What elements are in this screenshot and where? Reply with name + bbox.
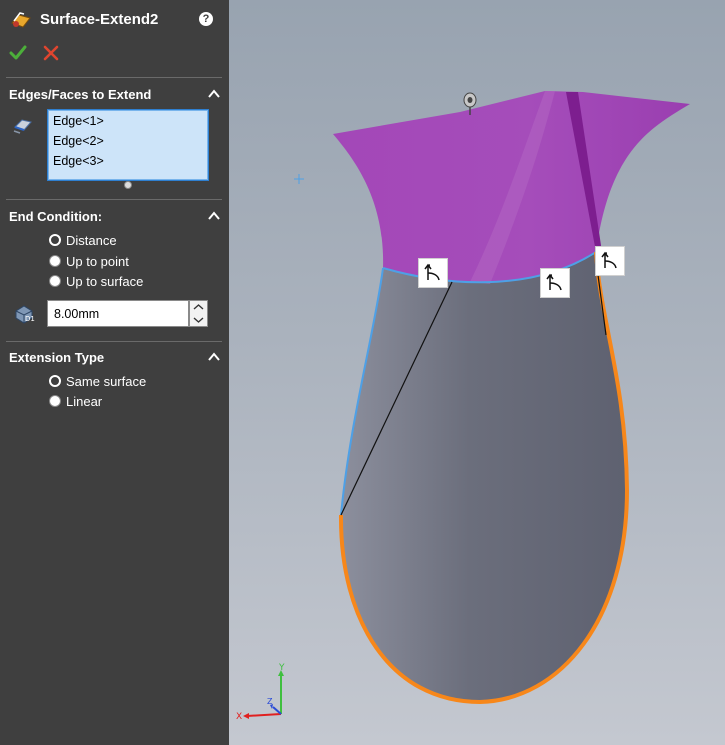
panel-header: Surface-Extend2 ? xyxy=(0,0,229,40)
distance-icon: D1 xyxy=(15,305,35,324)
crosshair-icon xyxy=(294,174,304,184)
body-surface[interactable] xyxy=(340,252,627,702)
radio-button[interactable] xyxy=(49,234,61,246)
radio-same-surface[interactable]: Same surface xyxy=(49,372,146,390)
section-title-edges: Edges/Faces to Extend xyxy=(9,87,152,102)
collapse-caret-icon[interactable] xyxy=(208,89,220,99)
list-resize-handle[interactable] xyxy=(124,181,132,189)
radio-button[interactable] xyxy=(49,255,61,267)
radio-linear[interactable]: Linear xyxy=(49,392,102,410)
distance-spinner[interactable] xyxy=(189,300,208,327)
spin-down-icon[interactable] xyxy=(190,314,207,326)
spin-up-icon[interactable] xyxy=(190,301,207,313)
edge-callout-icon xyxy=(424,263,440,281)
ok-check-icon[interactable] xyxy=(9,44,27,62)
divider xyxy=(6,77,222,78)
section-title-extension-type: Extension Type xyxy=(9,350,105,365)
list-item[interactable]: Edge<3> xyxy=(49,151,207,171)
edge-selection-icon xyxy=(13,119,32,134)
reference-triad: Y X Z xyxy=(236,663,285,722)
triad-x-label: X xyxy=(236,712,242,722)
radio-button[interactable] xyxy=(49,395,61,407)
svg-text:D1: D1 xyxy=(25,315,35,323)
graphics-viewport[interactable] xyxy=(229,0,725,745)
radio-label: Distance xyxy=(66,232,117,248)
radio-button[interactable] xyxy=(49,375,61,387)
edge-callout-icon xyxy=(601,251,617,269)
feature-title: Surface-Extend2 xyxy=(40,11,159,28)
property-manager-panel: Surface-Extend2 ? Edges/Faces to Extend … xyxy=(0,0,229,745)
cancel-x-icon[interactable] xyxy=(43,45,59,61)
radio-label: Up to surface xyxy=(66,273,144,289)
divider xyxy=(6,199,222,200)
radio-up-to-surface[interactable]: Up to surface xyxy=(49,272,143,290)
triad-z-label: Z xyxy=(267,697,273,706)
edge-callout-3[interactable] xyxy=(595,246,625,276)
radio-button[interactable] xyxy=(49,275,61,287)
help-icon[interactable]: ? xyxy=(199,12,213,26)
radio-label: Linear xyxy=(66,393,103,409)
edges-selection-list[interactable]: Edge<1> Edge<2> Edge<3> xyxy=(48,110,208,180)
section-title-end-condition: End Condition: xyxy=(9,209,103,224)
edge-callout-icon xyxy=(546,273,562,291)
list-item[interactable]: Edge<2> xyxy=(49,131,207,151)
radio-label: Up to point xyxy=(66,253,129,269)
triad-y-label: Y xyxy=(278,663,285,673)
edge-callout-2[interactable] xyxy=(540,268,570,298)
radio-label: Same surface xyxy=(66,373,147,389)
model-view[interactable] xyxy=(229,0,725,745)
divider xyxy=(6,341,222,342)
radio-distance[interactable]: Distance xyxy=(49,231,117,249)
collapse-caret-icon[interactable] xyxy=(208,352,220,362)
collapse-caret-icon[interactable] xyxy=(208,211,220,221)
surface-extend-icon xyxy=(11,12,31,28)
list-item[interactable]: Edge<1> xyxy=(49,111,207,131)
distance-input[interactable] xyxy=(47,300,189,327)
edge-callout-1[interactable] xyxy=(418,258,448,288)
radio-up-to-point[interactable]: Up to point xyxy=(49,252,129,270)
